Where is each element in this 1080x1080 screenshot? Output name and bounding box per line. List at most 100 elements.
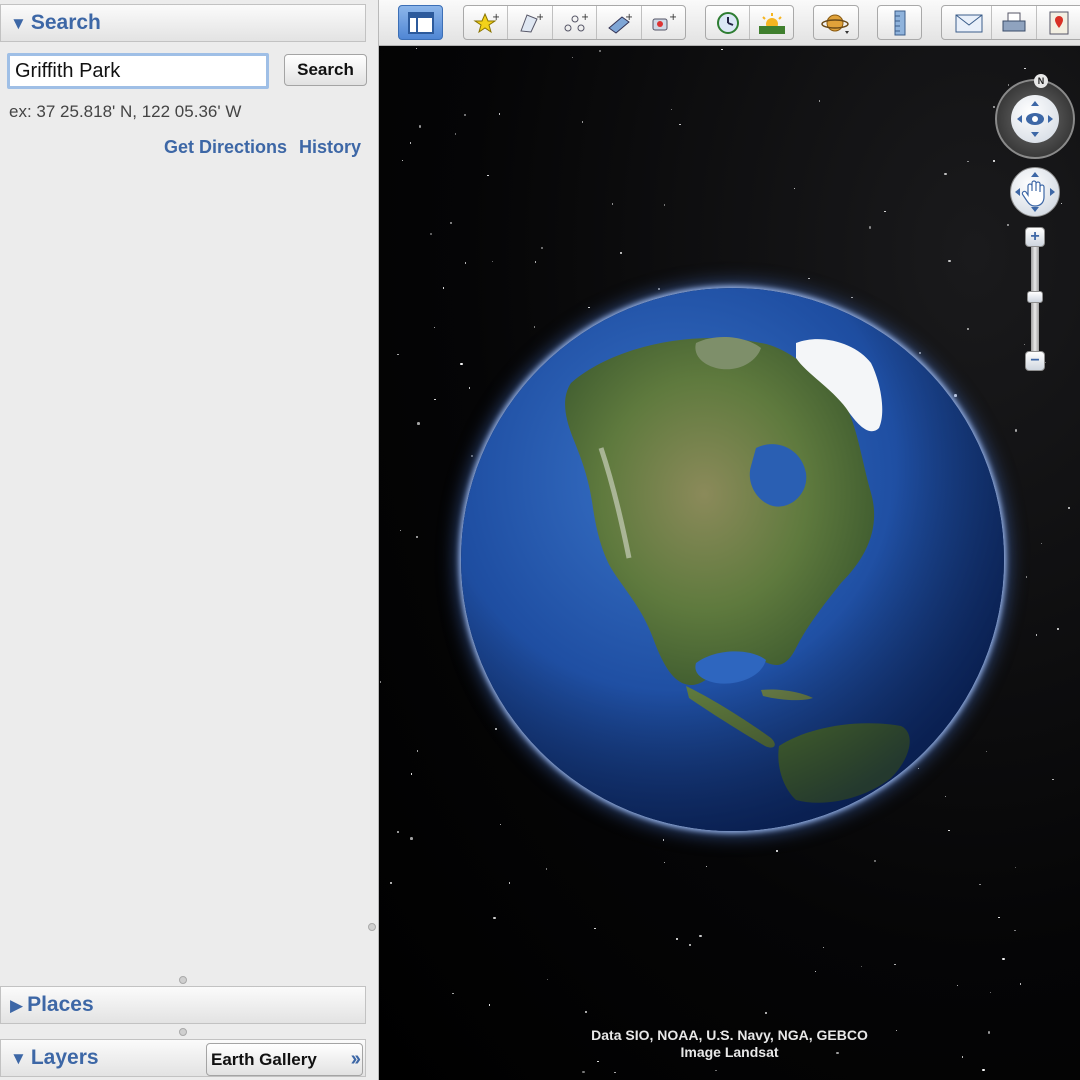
star [715,1069,717,1072]
star [614,1071,616,1074]
print-button[interactable] [992,6,1037,39]
search-panel-title: Search [30,11,101,34]
look-joystick[interactable] [1011,95,1059,143]
search-panel-header[interactable]: ▼ Search [0,4,366,42]
zoom-in-button[interactable]: + [1025,227,1045,247]
star [1014,429,1018,432]
star [967,160,969,163]
expanded-triangle-icon[interactable]: ▼ [10,15,27,32]
move-joystick[interactable] [1010,167,1060,217]
star [581,121,584,123]
history-link[interactable]: History [299,137,361,158]
star [546,978,549,981]
planets-button[interactable] [813,5,859,40]
star [545,868,548,870]
add-polygon-button[interactable]: + [508,6,553,39]
star [390,882,392,884]
star [822,946,825,949]
star [699,934,703,938]
add-image-overlay-button[interactable]: + [597,6,642,39]
historical-imagery-icon [716,11,739,34]
places-panel-header[interactable]: ▶ Places [0,986,366,1024]
zoom-slider-thumb[interactable] [1027,291,1043,303]
star [1068,507,1070,509]
record-tour-button[interactable]: + [642,6,685,39]
earth-gallery-button[interactable]: Earth Gallery ›› [206,1043,363,1076]
star [541,247,543,249]
record-tour-icon: + [652,12,676,30]
star [1052,778,1054,781]
star [874,860,876,862]
expanded-triangle-icon[interactable]: ▼ [10,1050,27,1067]
star [979,883,981,886]
star [765,1012,767,1014]
star [452,993,454,995]
star [498,113,501,115]
add-path-button[interactable]: + [553,6,598,39]
star [454,133,457,135]
star [585,1011,587,1013]
search-input[interactable] [7,53,269,89]
svg-text:+: + [625,12,632,23]
earth-globe[interactable] [461,288,1004,831]
example-coordinates-text: ex: 37 25.818' N, 122 05.36' W [9,102,242,121]
ruler-icon [894,10,905,35]
star [944,172,947,176]
star [1007,224,1009,226]
star [611,203,613,205]
star [948,259,951,263]
sidebar: ▼ Search Search ex: 37 25.818' N, 122 05… [0,0,379,1080]
star [464,114,466,116]
view-in-google-maps-button[interactable] [1037,6,1080,39]
star [1007,84,1010,86]
sidebar-toggle-button[interactable] [398,5,443,40]
layers-panel-title: Layers [30,1046,99,1069]
star [1002,957,1005,961]
star [434,399,436,401]
historical-imagery-button[interactable] [706,6,750,39]
star [534,261,537,263]
add-image-overlay-icon: + [608,12,632,34]
star [676,938,678,940]
star [1026,576,1028,578]
star [399,529,402,532]
sunlight-button[interactable] [750,6,793,39]
search-button[interactable]: Search [284,54,367,86]
places-divider-handle[interactable] [179,976,187,984]
star [495,728,497,730]
ruler-button[interactable] [877,5,922,40]
star [1041,542,1043,544]
add-placemark-button[interactable]: + [464,6,509,39]
star [582,1070,585,1074]
star [415,47,417,50]
star [808,277,810,280]
add-polygon-icon: + [520,12,543,33]
star [679,123,681,125]
star [662,839,665,841]
star [487,174,489,177]
star [450,222,452,224]
get-directions-link[interactable]: Get Directions [164,137,287,158]
view-in-google-maps-icon [1049,11,1068,34]
star [944,795,947,798]
layers-divider-handle[interactable] [179,1028,187,1036]
star [493,916,496,920]
email-button[interactable] [947,6,992,39]
look-around-ring[interactable] [995,79,1075,159]
sunlight-icon [758,12,785,34]
earth-viewport[interactable]: Data SIO, NOAA, U.S. Navy, NGA, GEBCO Im… [379,46,1080,1080]
panel-resize-handle[interactable] [368,923,376,931]
star [981,1068,985,1072]
star [967,328,969,330]
star [1014,866,1017,869]
zoom-out-button[interactable]: − [1025,351,1045,371]
star [380,681,382,683]
star [599,50,601,52]
collapsed-triangle-icon[interactable]: ▶ [10,997,23,1014]
star [429,232,433,236]
compass-north-indicator[interactable]: N [1034,74,1048,88]
star [410,773,413,775]
star [1014,929,1016,932]
hand-icon [1015,172,1055,212]
toolbar: + + + + + [379,0,1080,46]
